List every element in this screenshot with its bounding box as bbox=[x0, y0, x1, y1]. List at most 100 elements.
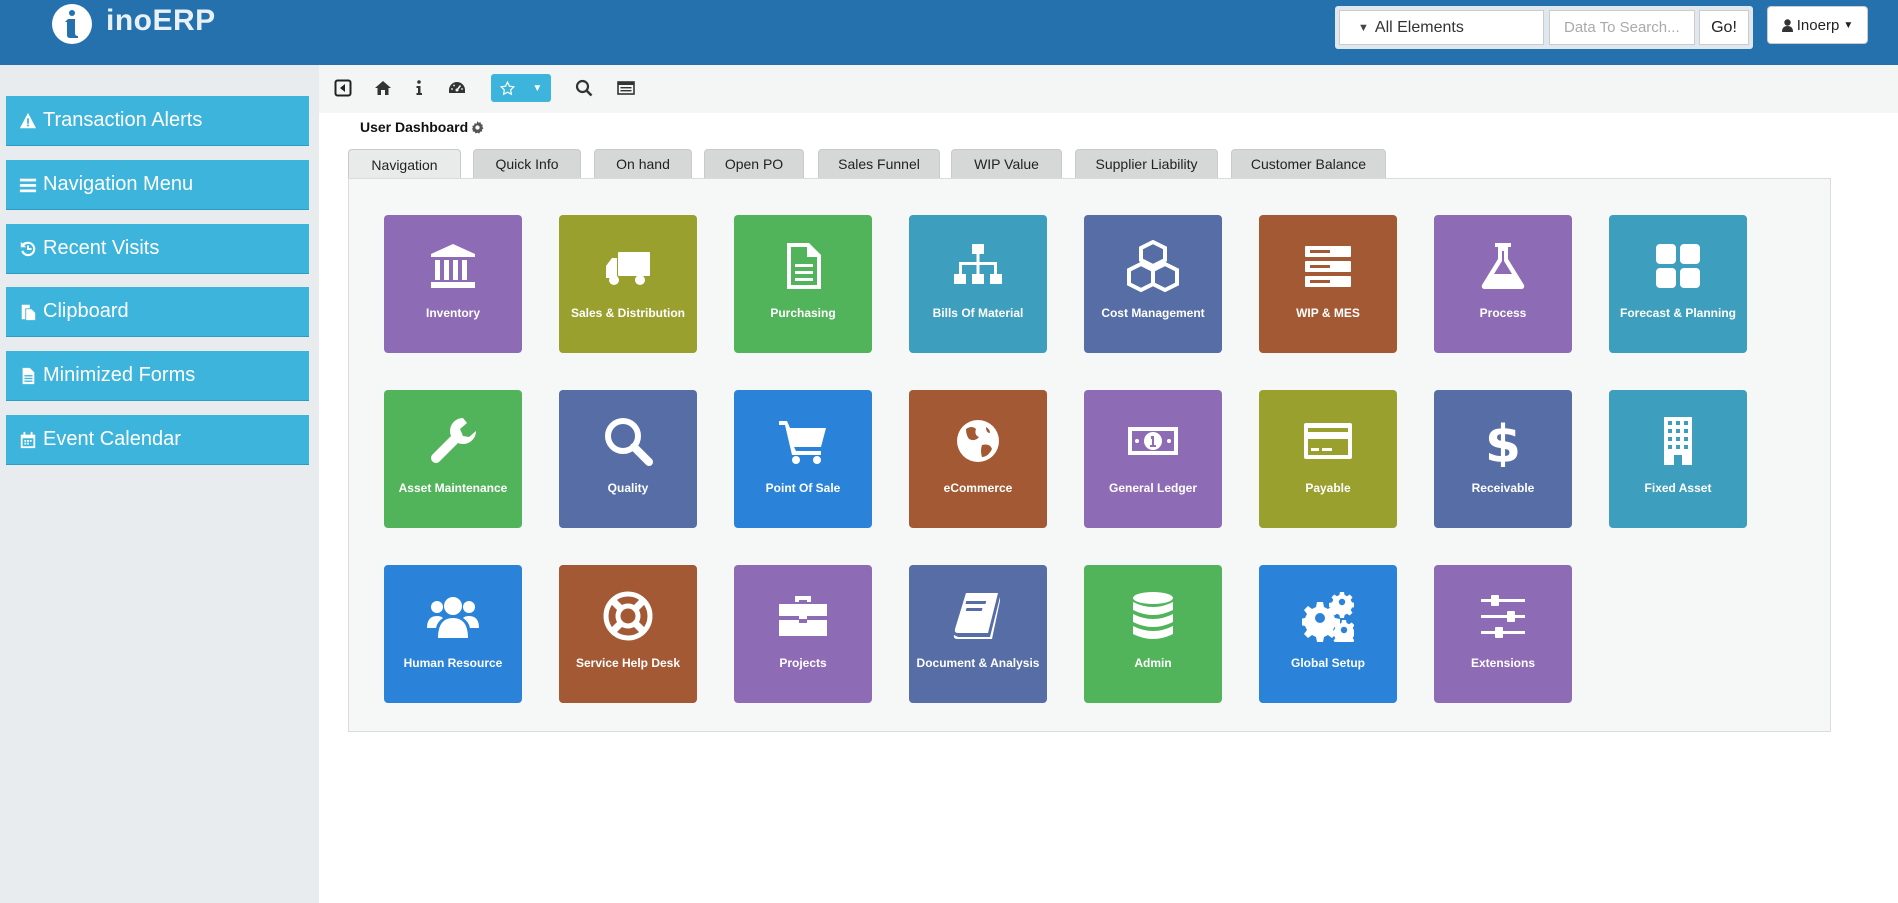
user-menu-button[interactable]: Inoerp ▼ bbox=[1767, 6, 1868, 44]
tile-receivable[interactable]: $ Receivable bbox=[1434, 390, 1572, 528]
sidebar-item-label: Navigation Menu bbox=[43, 173, 194, 195]
tile-label: Forecast & Planning bbox=[1619, 306, 1737, 320]
caret-down-icon: ▼ bbox=[1843, 19, 1854, 31]
database-icon bbox=[1126, 589, 1180, 643]
tile-admin[interactable]: Admin bbox=[1084, 565, 1222, 703]
tab-supplier-liability[interactable]: Supplier Liability bbox=[1075, 149, 1218, 178]
sidebar-item-label: Event Calendar bbox=[43, 428, 181, 450]
dashboard-icon[interactable] bbox=[447, 78, 467, 98]
tab-navigation[interactable]: Navigation bbox=[348, 149, 461, 179]
sidebar-item-label: Minimized Forms bbox=[43, 364, 196, 386]
tab-open-po[interactable]: Open PO bbox=[704, 149, 804, 178]
go-button[interactable]: Go! bbox=[1699, 10, 1749, 45]
tile-purchasing[interactable]: Purchasing bbox=[734, 215, 872, 353]
app-name[interactable]: inoERP bbox=[106, 4, 216, 38]
tile-cost-management[interactable]: Cost Management bbox=[1084, 215, 1222, 353]
tab-sales-funnel[interactable]: Sales Funnel bbox=[818, 149, 940, 178]
history-icon bbox=[20, 241, 36, 256]
tile-label: Human Resource bbox=[403, 656, 503, 670]
tile-service-help-desk[interactable]: Service Help Desk bbox=[559, 565, 697, 703]
tab-quick-info[interactable]: Quick Info bbox=[473, 149, 581, 178]
user-name: Inoerp bbox=[1796, 16, 1840, 34]
tile-general-ledger[interactable]: General Ledger bbox=[1084, 390, 1222, 528]
sidebar-item-label: Clipboard bbox=[43, 300, 129, 322]
tile-label: Document & Analysis bbox=[916, 656, 1040, 670]
sidebar-item-recent-visits[interactable]: Recent Visits bbox=[6, 224, 309, 274]
truck-icon bbox=[601, 239, 655, 293]
tile-point-of-sale[interactable]: Point Of Sale bbox=[734, 390, 872, 528]
favorites-button[interactable]: ▼ bbox=[491, 74, 551, 102]
logo-icon[interactable] bbox=[52, 4, 92, 44]
grid-icon bbox=[1651, 239, 1705, 293]
tile-ecommerce[interactable]: eCommerce bbox=[909, 390, 1047, 528]
tile-projects[interactable]: Projects bbox=[734, 565, 872, 703]
search-scope-select[interactable]: ▼ All Elements bbox=[1339, 10, 1544, 45]
sidebar-item-transaction-alerts[interactable]: Transaction Alerts bbox=[6, 96, 309, 146]
credit-card-icon bbox=[1301, 414, 1355, 468]
tile-label: Bills Of Material bbox=[932, 306, 1024, 320]
search-input[interactable]: Data To Search... bbox=[1549, 10, 1695, 45]
star-icon bbox=[499, 80, 515, 95]
building-icon bbox=[1651, 414, 1705, 468]
dashboard-title-text: User Dashboard bbox=[360, 119, 469, 135]
wrench-icon bbox=[426, 414, 480, 468]
tab-on-hand[interactable]: On hand bbox=[594, 149, 692, 178]
tile-sales-distribution[interactable]: Sales & Distribution bbox=[559, 215, 697, 353]
toolbar: ▼ bbox=[319, 65, 1898, 113]
tile-quality[interactable]: Quality bbox=[559, 390, 697, 528]
tab-wip-value[interactable]: WIP Value bbox=[951, 149, 1062, 178]
tile-label: Asset Maintenance bbox=[398, 481, 508, 495]
tile-global-setup[interactable]: Global Setup bbox=[1259, 565, 1397, 703]
tile-human-resource[interactable]: Human Resource bbox=[384, 565, 522, 703]
sliders-icon bbox=[1476, 589, 1530, 643]
user-icon bbox=[1781, 18, 1793, 32]
sitemap-icon bbox=[951, 239, 1005, 293]
document-icon bbox=[776, 239, 830, 293]
lifebuoy-icon bbox=[601, 589, 655, 643]
sidebar: Transaction Alerts Navigation Menu Recen… bbox=[0, 65, 319, 903]
tile-label: Purchasing bbox=[770, 306, 836, 320]
tile-fixed-asset[interactable]: Fixed Asset bbox=[1609, 390, 1747, 528]
info-icon[interactable] bbox=[409, 78, 429, 98]
sidebar-item-label: Transaction Alerts bbox=[43, 109, 203, 131]
navigation-panel: Inventory Sales & Distribution Purchasin… bbox=[348, 178, 1831, 732]
tile-document-analysis[interactable]: Document & Analysis bbox=[909, 565, 1047, 703]
tile-label: Payable bbox=[1305, 481, 1351, 495]
chevron-down-icon: ▼ bbox=[1358, 21, 1369, 34]
tile-bills-of-material[interactable]: Bills Of Material bbox=[909, 215, 1047, 353]
home-icon[interactable] bbox=[373, 78, 393, 98]
tile-label: Projects bbox=[779, 656, 827, 670]
warning-icon bbox=[19, 112, 37, 128]
tile-label: Admin bbox=[1134, 656, 1172, 670]
tile-label: Quality bbox=[607, 481, 649, 495]
form-icon[interactable] bbox=[616, 78, 636, 98]
tile-label: Global Setup bbox=[1290, 656, 1365, 670]
sidebar-item-minimized-forms[interactable]: Minimized Forms bbox=[6, 351, 309, 401]
tile-asset-maintenance[interactable]: Asset Maintenance bbox=[384, 390, 522, 528]
file-icon bbox=[22, 367, 35, 384]
users-icon bbox=[426, 589, 480, 643]
tile-inventory[interactable]: Inventory bbox=[384, 215, 522, 353]
caret-down-icon: ▼ bbox=[532, 82, 543, 94]
tile-wip-mes[interactable]: WIP & MES bbox=[1259, 215, 1397, 353]
cart-icon bbox=[776, 414, 830, 468]
bars-icon bbox=[19, 178, 37, 192]
book-icon bbox=[951, 589, 1005, 643]
svg-text:$: $ bbox=[1485, 415, 1521, 467]
tile-label: Cost Management bbox=[1101, 306, 1205, 320]
search-icon[interactable] bbox=[574, 78, 594, 98]
tile-label: Extensions bbox=[1470, 656, 1536, 670]
tile-process[interactable]: Process bbox=[1434, 215, 1572, 353]
tile-forecast-planning[interactable]: Forecast & Planning bbox=[1609, 215, 1747, 353]
globe-icon bbox=[951, 414, 1005, 468]
gear-icon[interactable] bbox=[471, 120, 484, 134]
tile-label: Fixed Asset bbox=[1644, 481, 1712, 495]
collapse-icon[interactable] bbox=[333, 78, 353, 98]
tile-extensions[interactable]: Extensions bbox=[1434, 565, 1572, 703]
tab-customer-balance[interactable]: Customer Balance bbox=[1231, 149, 1386, 178]
sidebar-item-event-calendar[interactable]: Event Calendar bbox=[6, 415, 309, 465]
sidebar-item-clipboard[interactable]: Clipboard bbox=[6, 287, 309, 337]
tile-label: Receivable bbox=[1471, 481, 1535, 495]
sidebar-item-navigation-menu[interactable]: Navigation Menu bbox=[6, 160, 309, 210]
tile-payable[interactable]: Payable bbox=[1259, 390, 1397, 528]
